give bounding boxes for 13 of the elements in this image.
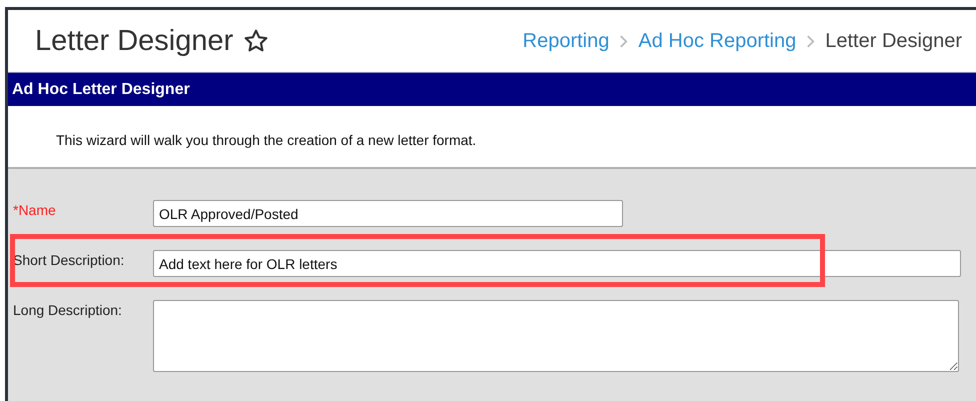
intro-text: This wizard will walk you through the creation of a new letter format. xyxy=(56,132,476,148)
field-label: *Name xyxy=(13,201,57,218)
field-label: Short Description: xyxy=(13,251,126,268)
page-title: Letter Designer xyxy=(35,24,234,58)
panel-title-bar: Ad Hoc Letter Designer xyxy=(8,72,976,106)
field-label: Long Description: xyxy=(13,301,123,318)
star-icon[interactable] xyxy=(243,28,270,54)
breadcrumb-current: Letter Designer xyxy=(825,30,962,52)
text-field[interactable]: OLR Approved/Posted xyxy=(153,200,623,227)
chevron-icon xyxy=(806,34,816,48)
chevron-icon xyxy=(619,34,628,48)
text-area[interactable] xyxy=(153,300,959,372)
text-field[interactable]: Add text here for OLR letters xyxy=(153,250,961,277)
